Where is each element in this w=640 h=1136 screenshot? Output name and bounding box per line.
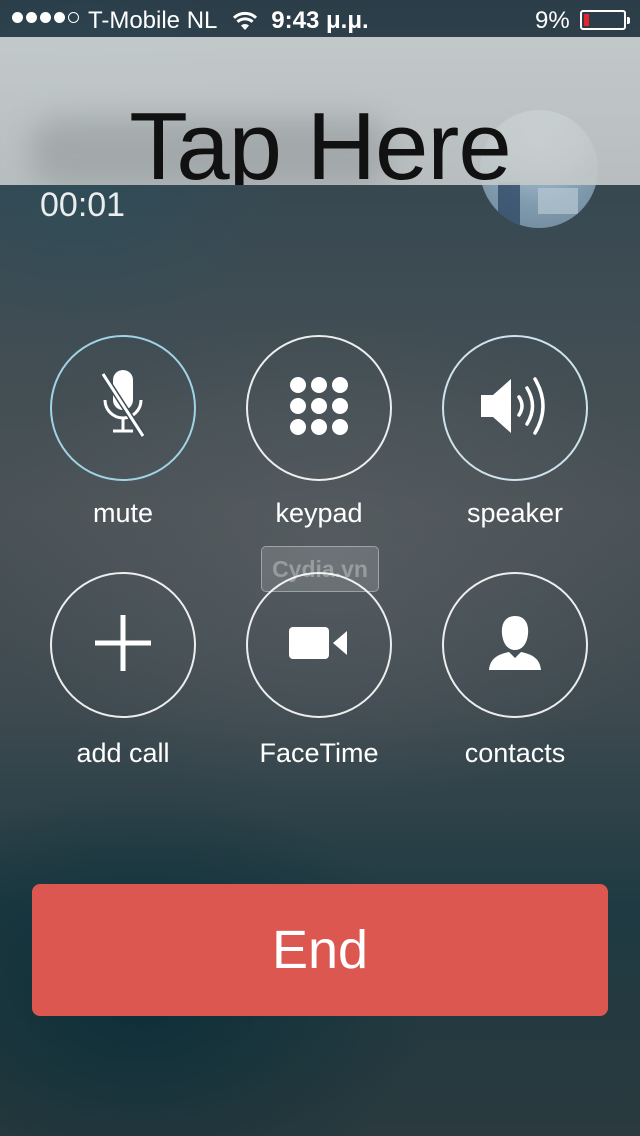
end-call-button[interactable]: End xyxy=(32,884,608,1016)
contacts-label: contacts xyxy=(464,738,566,768)
status-bar: T-Mobile NL 9:43 μ.μ. 9% xyxy=(0,0,640,40)
add-call-label: add call xyxy=(76,738,170,768)
call-duration: 00:01 xyxy=(40,186,126,224)
microphone-slash-icon xyxy=(93,366,153,451)
keypad-button[interactable] xyxy=(246,335,392,481)
video-camera-icon xyxy=(287,623,351,668)
plus-icon xyxy=(95,614,151,676)
facetime-label: FaceTime xyxy=(259,738,379,768)
person-silhouette-icon xyxy=(487,614,543,677)
battery-nub xyxy=(627,17,630,24)
speaker-icon xyxy=(477,371,553,446)
tap-here-banner[interactable]: Tap Here xyxy=(0,37,640,185)
mute-button[interactable] xyxy=(50,335,196,481)
mute-label: mute xyxy=(92,498,154,528)
speaker-label: speaker xyxy=(466,498,564,528)
contacts-button[interactable] xyxy=(442,572,588,718)
facetime-button[interactable] xyxy=(246,572,392,718)
keypad-label: keypad xyxy=(275,498,363,528)
battery-percentage: 9% xyxy=(535,7,570,34)
add-call-button[interactable] xyxy=(50,572,196,718)
speaker-button[interactable] xyxy=(442,335,588,481)
battery-fill xyxy=(584,14,589,26)
keypad-grid-icon xyxy=(289,376,349,441)
banner-text: Tap Here xyxy=(129,93,512,186)
battery-icon xyxy=(580,10,630,30)
